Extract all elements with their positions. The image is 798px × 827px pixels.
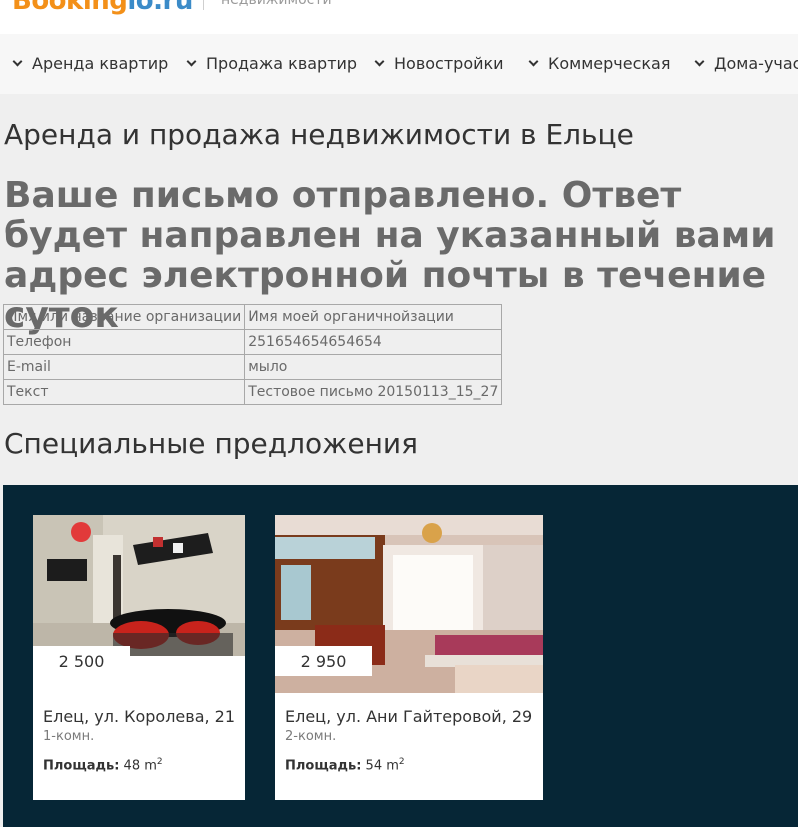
table-row: Телефон 251654654654654 [2, 329, 503, 355]
offer-rooms: 2-комн. [285, 729, 337, 744]
area-unit-superscript: 2 [398, 757, 405, 767]
table-cell-key: E-mail [2, 354, 246, 380]
table-row: E-mail мыло [2, 354, 503, 380]
nav-item-label: Аренда квартир [32, 53, 169, 73]
table-cell-key: Телефон [2, 329, 246, 355]
chevron-down-icon [12, 56, 23, 66]
chevron-down-icon [186, 56, 197, 66]
nav-item-label: Дома-участ [714, 53, 798, 73]
nav-item-houses[interactable]: Дома-участ [694, 52, 798, 74]
page-title: Аренда и продажа недвижимости в Ельце [4, 118, 634, 151]
area-label: Площадь: [285, 758, 362, 774]
nav-item-sale[interactable]: Продажа квартир [186, 52, 358, 74]
header-divider [203, 0, 204, 10]
logo-sub: lo.ru [127, 0, 193, 16]
offer-area: Площадь: 54 m2 [285, 757, 405, 773]
special-offers-title: Специальные предложения [4, 427, 418, 460]
chevron-down-icon [374, 56, 385, 66]
special-offers-panel: 2 500 Елец, ул. Королева, 21 1-комн. Пло… [3, 485, 798, 827]
table-cell-value: Имя моей органичнойзации [244, 304, 503, 330]
site-logo[interactable]: Bookinglo.ru [12, 0, 193, 16]
nav-item-rent[interactable]: Аренда квартир [12, 52, 169, 74]
site-header: Bookinglo.ru недвижимости [0, 0, 798, 34]
table-row: Текст Тестовое письмо 20150113_15_27 [2, 379, 503, 405]
table-cell-value: мыло [244, 354, 503, 380]
area-unit-superscript: 2 [156, 757, 163, 767]
table-cell-value: Тестовое письмо 20150113_15_27 [244, 379, 503, 405]
table-cell-key: Имя или название организации [2, 304, 246, 330]
offer-area: Площадь: 48 m2 [43, 757, 163, 773]
main-nav: Аренда квартир Продажа квартир Новострой… [0, 34, 798, 94]
offer-price: 2 500 [33, 646, 130, 676]
area-value: 54 m [365, 758, 399, 774]
table-cell-value: 251654654654654 [244, 329, 503, 355]
chevron-down-icon [694, 56, 705, 66]
offer-photo[interactable] [33, 515, 245, 656]
nav-item-label: Продажа квартир [206, 53, 358, 73]
area-value: 48 m [123, 758, 157, 774]
site-tagline: недвижимости [221, 0, 332, 8]
offer-rooms: 1-комн. [43, 729, 95, 744]
offer-address[interactable]: Елец, ул. Ани Гайтеровой, 29 [285, 707, 532, 726]
submitted-data-table: Имя или название организации Имя моей ор… [2, 304, 503, 405]
offer-address[interactable]: Елец, ул. Королева, 21 [43, 707, 235, 726]
table-cell-key: Текст [2, 379, 246, 405]
offer-card[interactable]: 2 950 Елец, ул. Ани Гайтеровой, 29 2-ком… [275, 515, 543, 800]
offer-card[interactable]: 2 500 Елец, ул. Королева, 21 1-комн. Пло… [33, 515, 245, 800]
offer-price: 2 950 [275, 646, 372, 676]
nav-item-new-buildings[interactable]: Новостройки [374, 52, 504, 74]
nav-item-label: Новостройки [394, 53, 504, 73]
area-label: Площадь: [43, 758, 120, 774]
chevron-down-icon [528, 56, 539, 66]
nav-item-commercial[interactable]: Коммерческая [528, 52, 671, 74]
nav-item-label: Коммерческая [548, 53, 671, 73]
logo-main: Booking [12, 0, 128, 16]
table-row: Имя или название организации Имя моей ор… [2, 304, 503, 330]
